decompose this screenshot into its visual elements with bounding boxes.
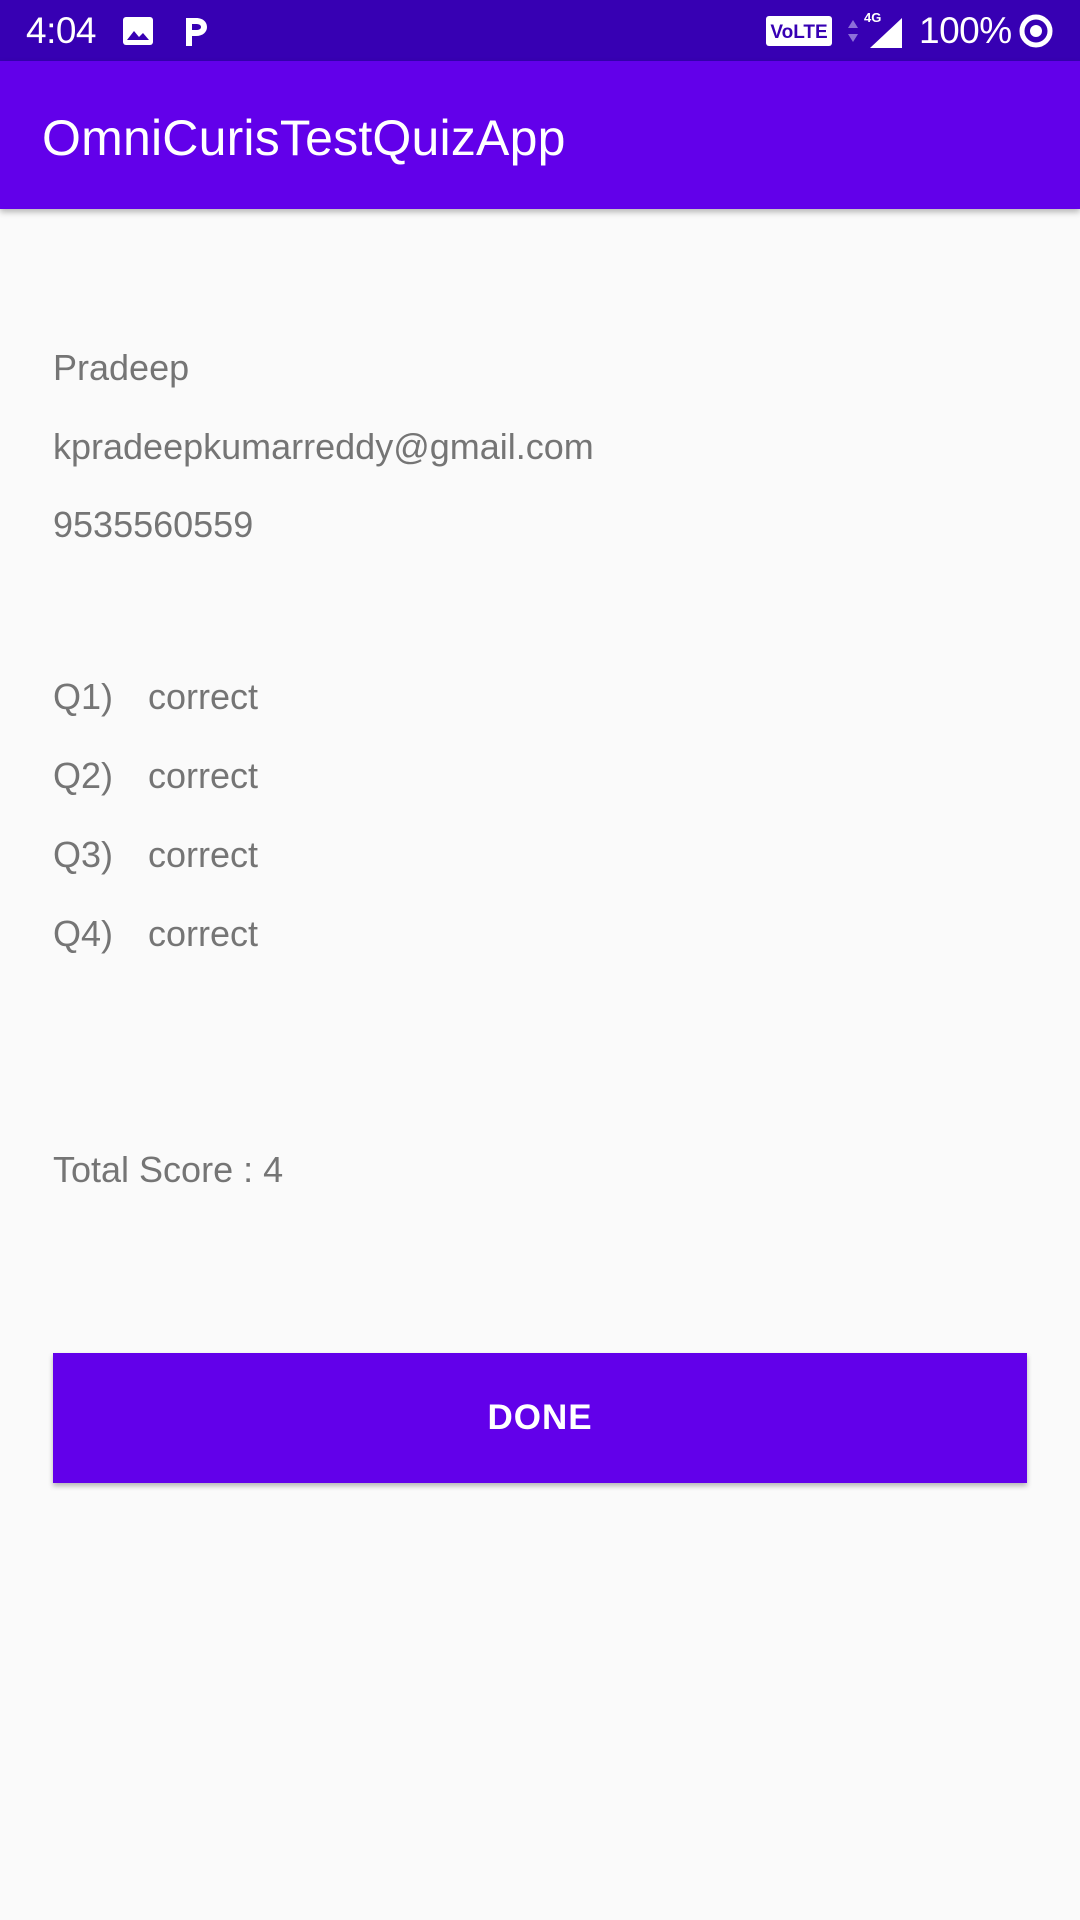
svg-text:4G: 4G bbox=[864, 10, 881, 25]
parking-icon bbox=[186, 18, 207, 46]
done-button[interactable]: DONE bbox=[53, 1353, 1027, 1483]
result-row: Q1) correct bbox=[53, 675, 258, 719]
data-arrows-icon bbox=[848, 20, 858, 42]
question-status: correct bbox=[148, 834, 259, 875]
svg-text:VoLTE: VoLTE bbox=[770, 22, 827, 43]
question-status: correct bbox=[148, 913, 259, 954]
image-icon bbox=[123, 17, 153, 45]
question-status: correct bbox=[148, 755, 259, 796]
total-score: Total Score : 4 bbox=[53, 1149, 284, 1190]
volte-icon: VoLTE bbox=[766, 16, 832, 46]
user-name: Pradeep bbox=[53, 347, 190, 388]
user-email: kpradeepkumarreddy@gmail.com bbox=[53, 426, 594, 467]
signal-icon: 4G bbox=[864, 10, 902, 48]
user-phone: 9535560559 bbox=[53, 504, 254, 545]
question-number: Q2) bbox=[53, 755, 114, 796]
result-row: Q3) correct bbox=[53, 833, 258, 877]
question-number: Q4) bbox=[53, 913, 114, 954]
app-title: OmniCurisTestQuizApp bbox=[42, 110, 566, 166]
question-number: Q1) bbox=[53, 676, 114, 717]
result-row: Q2) correct bbox=[53, 754, 258, 798]
status-bar: 4:04 VoLTE 4G 100% bbox=[0, 0, 1080, 61]
question-number: Q3) bbox=[53, 834, 114, 875]
status-time: 4:04 bbox=[26, 10, 97, 51]
sync-icon bbox=[1019, 14, 1053, 48]
result-row: Q4) correct bbox=[53, 912, 258, 956]
question-status: correct bbox=[148, 676, 259, 717]
battery-percent: 100% bbox=[919, 10, 1012, 51]
app-bar: OmniCurisTestQuizApp bbox=[0, 61, 1080, 209]
